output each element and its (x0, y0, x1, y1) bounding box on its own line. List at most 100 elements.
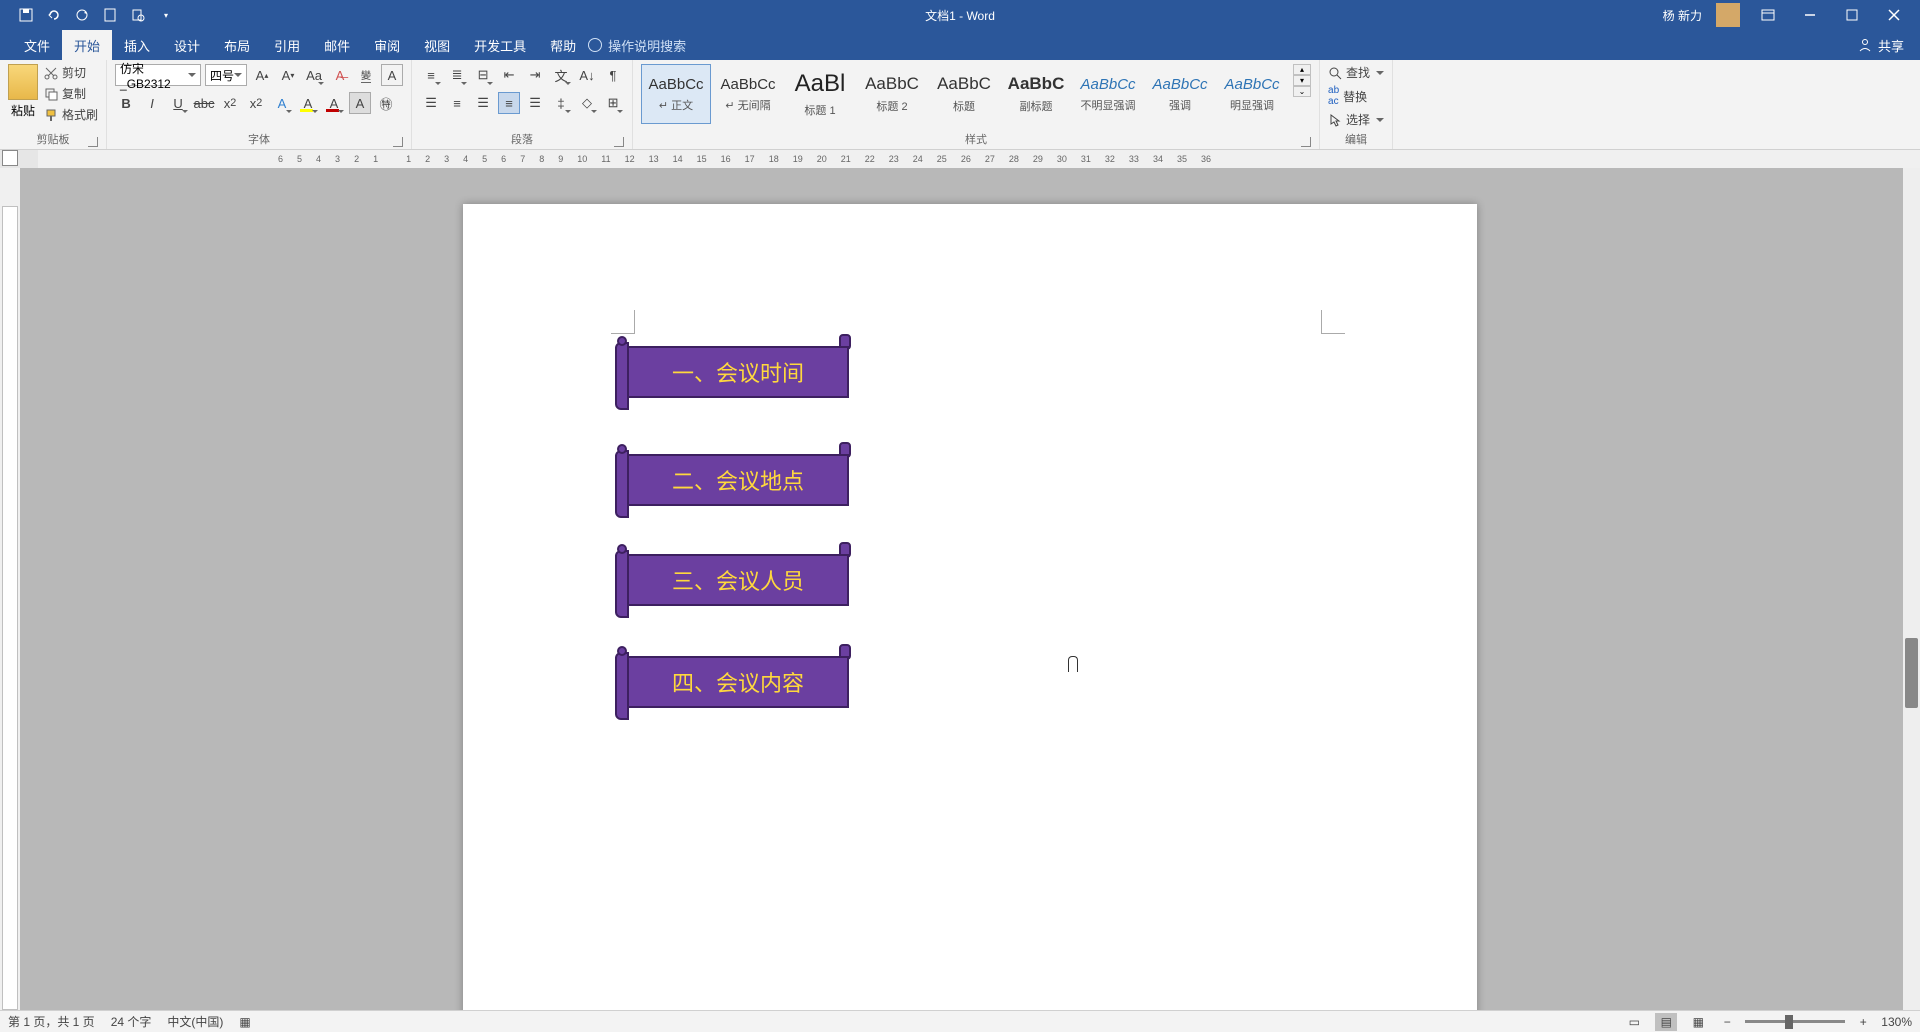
style-item[interactable]: AaBbCc明显强调 (1217, 64, 1287, 124)
enclose-characters-button[interactable]: ㊕ (375, 92, 397, 114)
strikethrough-button[interactable]: abc (193, 92, 215, 114)
highlight-button[interactable]: A (297, 92, 319, 114)
page-indicator[interactable]: 第 1 页，共 1 页 (8, 1013, 95, 1030)
asian-layout-button[interactable]: 文 (550, 64, 572, 86)
zoom-slider[interactable] (1745, 1020, 1845, 1023)
distributed-button[interactable]: ☰ (524, 92, 546, 114)
vertical-scrollbar[interactable] (1903, 168, 1920, 1010)
align-center-button[interactable]: ≡ (446, 92, 468, 114)
tab-selector[interactable] (2, 150, 18, 166)
italic-button[interactable]: I (141, 92, 163, 114)
font-name-select[interactable]: 仿宋_GB2312 (115, 64, 201, 86)
borders-button[interactable]: ⊞ (602, 92, 624, 114)
tab-home[interactable]: 开始 (62, 30, 112, 61)
tell-me-search[interactable]: 操作说明搜索 (588, 36, 686, 55)
page[interactable]: 一、会议时间 二、会议地点 三、会议人员 四、会议内容 (463, 204, 1477, 1010)
zoom-slider-thumb[interactable] (1785, 1015, 1793, 1029)
scrollbar-thumb[interactable] (1905, 638, 1918, 708)
tab-help[interactable]: 帮助 (538, 30, 588, 61)
style-item[interactable]: AaBbCc↵ 正文 (641, 64, 711, 124)
subscript-button[interactable]: x2 (219, 92, 241, 114)
styles-launcher-icon[interactable] (1301, 137, 1311, 147)
styles-expand-icon[interactable]: ⌄ (1293, 86, 1311, 97)
select-button[interactable]: 选择 (1328, 111, 1384, 128)
show-marks-button[interactable]: ¶ (602, 64, 624, 86)
user-avatar[interactable] (1716, 3, 1740, 27)
style-item[interactable]: AaBbC副标题 (1001, 64, 1071, 124)
format-painter-button[interactable]: 格式刷 (44, 106, 98, 123)
close-icon[interactable] (1880, 5, 1908, 25)
tab-insert[interactable]: 插入 (112, 30, 162, 61)
text-effects-button[interactable]: A (271, 92, 293, 114)
shrink-font-button[interactable]: A▾ (277, 64, 299, 86)
clipboard-launcher-icon[interactable] (88, 137, 98, 147)
font-size-select[interactable]: 四号 (205, 64, 247, 86)
font-color-button[interactable]: A (323, 92, 345, 114)
share-button[interactable]: 共享 (1878, 36, 1904, 55)
paste-icon[interactable] (8, 64, 38, 100)
scroll-shape[interactable]: 三、会议人员 (615, 542, 851, 618)
scroll-shape[interactable]: 四、会议内容 (615, 644, 851, 720)
tab-file[interactable]: 文件 (12, 30, 62, 61)
shading-button[interactable]: ◇ (576, 92, 598, 114)
zoom-out-button[interactable]: − (1719, 1014, 1735, 1030)
bold-button[interactable]: B (115, 92, 137, 114)
ruler-vertical[interactable] (0, 168, 20, 1010)
tab-review[interactable]: 审阅 (362, 30, 412, 61)
align-right-button[interactable]: ☰ (472, 92, 494, 114)
grow-font-button[interactable]: A▴ (251, 64, 273, 86)
minimize-icon[interactable] (1796, 5, 1824, 25)
clear-formatting-button[interactable]: A̶ (329, 64, 351, 86)
tab-references[interactable]: 引用 (262, 30, 312, 61)
styles-scroll-up-icon[interactable]: ▴ (1293, 64, 1311, 75)
copy-button[interactable]: 复制 (44, 85, 98, 102)
sort-button[interactable]: A↓ (576, 64, 598, 86)
style-item[interactable]: AaBl标题 1 (785, 64, 855, 124)
read-mode-icon[interactable]: ▭ (1623, 1013, 1645, 1031)
macro-recording-icon[interactable]: ▦ (239, 1015, 250, 1029)
style-item[interactable]: AaBbC标题 (929, 64, 999, 124)
qat-customize-icon[interactable]: ▾ (158, 7, 174, 23)
web-layout-icon[interactable]: ▦ (1687, 1013, 1709, 1031)
underline-button[interactable]: U (167, 92, 189, 114)
style-item[interactable]: AaBbC标题 2 (857, 64, 927, 124)
align-justify-button[interactable]: ≡ (498, 92, 520, 114)
save-icon[interactable] (18, 7, 34, 23)
paragraph-launcher-icon[interactable] (614, 137, 624, 147)
bullets-button[interactable]: ≡ (420, 64, 442, 86)
redo-icon[interactable] (74, 7, 90, 23)
ruler-horizontal[interactable]: 6543211234567891011121314151617181920212… (38, 150, 1920, 168)
language-indicator[interactable]: 中文(中国) (167, 1013, 223, 1030)
line-spacing-button[interactable]: ‡ (550, 92, 572, 114)
find-button[interactable]: 查找 (1328, 64, 1384, 81)
character-border-button[interactable]: A (381, 64, 403, 86)
document-scroll[interactable]: 一、会议时间 二、会议地点 三、会议人员 四、会议内容 (20, 168, 1920, 1010)
increase-indent-button[interactable]: ⇥ (524, 64, 546, 86)
style-item[interactable]: AaBbCc强调 (1145, 64, 1215, 124)
character-shading-button[interactable]: A (349, 92, 371, 114)
new-doc-icon[interactable] (102, 7, 118, 23)
maximize-icon[interactable] (1838, 5, 1866, 25)
zoom-level[interactable]: 130% (1881, 1015, 1912, 1029)
word-count[interactable]: 24 个字 (111, 1013, 152, 1030)
replace-button[interactable]: abac替换 (1328, 85, 1384, 107)
scroll-shape[interactable]: 二、会议地点 (615, 442, 851, 518)
style-item[interactable]: AaBbCc不明显强调 (1073, 64, 1143, 124)
paste-button[interactable]: 粘贴 (11, 102, 35, 119)
print-layout-icon[interactable]: ▤ (1655, 1013, 1677, 1031)
tab-mailings[interactable]: 邮件 (312, 30, 362, 61)
superscript-button[interactable]: x2 (245, 92, 267, 114)
font-launcher-icon[interactable] (393, 137, 403, 147)
change-case-button[interactable]: Aa (303, 64, 325, 86)
ribbon-display-icon[interactable] (1754, 5, 1782, 25)
undo-icon[interactable] (46, 7, 62, 23)
zoom-in-button[interactable]: + (1855, 1014, 1871, 1030)
style-item[interactable]: AaBbCc↵ 无间隔 (713, 64, 783, 124)
tab-design[interactable]: 设计 (162, 30, 212, 61)
align-left-button[interactable]: ☰ (420, 92, 442, 114)
print-preview-icon[interactable] (130, 7, 146, 23)
tab-developer[interactable]: 开发工具 (462, 30, 538, 61)
cut-button[interactable]: 剪切 (44, 64, 98, 81)
numbering-button[interactable]: ≣ (446, 64, 468, 86)
styles-scroll-down-icon[interactable]: ▾ (1293, 75, 1311, 86)
